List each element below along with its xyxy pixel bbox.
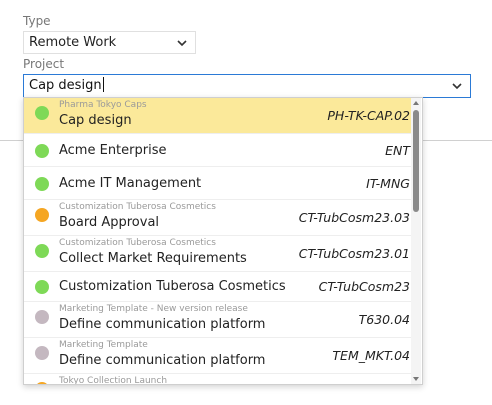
option-code: TEM_MKT.04 xyxy=(332,348,410,363)
project-option[interactable]: Customization Tuberosa Cosmetics Board Ap… xyxy=(24,200,412,236)
option-code: IT-MNG xyxy=(366,176,410,191)
option-code: CT-TubCosm23.03 xyxy=(298,210,410,225)
option-parent: Customization Tuberosa Cosmetics xyxy=(59,238,216,248)
project-option[interactable]: Marketing Template Define communication p… xyxy=(24,338,412,374)
option-name: Acme Enterprise xyxy=(59,143,167,158)
status-dot-icon xyxy=(35,346,49,360)
option-code: PH-TK-CAP.02 xyxy=(327,108,410,123)
text-caret xyxy=(102,77,104,92)
status-dot-icon xyxy=(35,280,49,294)
option-code: ENT xyxy=(385,143,410,158)
project-label: Project xyxy=(23,57,65,71)
option-name: Define communication platform xyxy=(59,353,266,368)
project-option[interactable]: Tokyo Collection LaunchDefine communicat… xyxy=(24,374,412,385)
status-dot-icon xyxy=(35,177,49,191)
project-option[interactable]: Acme Enterprise ENT xyxy=(24,134,412,167)
option-code: CT-TubCosm23 xyxy=(318,279,410,294)
status-dot-icon xyxy=(35,382,49,384)
status-dot-icon xyxy=(35,244,49,258)
project-dropdown-list: Pharma Tokyo Caps Cap design PH-TK-CAP.02 A… xyxy=(23,97,423,385)
project-option[interactable]: Pharma Tokyo Caps Cap design PH-TK-CAP.02 xyxy=(24,98,412,134)
option-name: Define communication platform xyxy=(59,317,266,332)
option-parent: Pharma Tokyo Caps xyxy=(59,100,147,110)
chevron-down-icon[interactable] xyxy=(450,79,464,93)
option-name: Cap design xyxy=(59,113,132,128)
option-code: T630.04 xyxy=(358,312,410,327)
option-name: Customization Tuberosa Cosmetics xyxy=(59,279,286,294)
chevron-down-icon xyxy=(177,40,187,47)
option-name: Acme IT Management xyxy=(59,176,202,191)
status-dot-icon xyxy=(35,144,49,158)
option-name: Collect Market Requirements xyxy=(59,251,247,266)
type-select-value: Remote Work xyxy=(29,35,117,50)
option-parent: Tokyo Collection Launch xyxy=(59,376,168,385)
type-label: Type xyxy=(23,14,51,28)
project-input-value: Cap design xyxy=(29,78,102,93)
status-dot-icon xyxy=(35,310,49,324)
option-parent: Marketing Template - New version release xyxy=(59,304,248,314)
scrollbar-thumb[interactable] xyxy=(413,110,419,212)
option-name: Board Approval xyxy=(59,215,160,230)
status-dot-icon xyxy=(35,106,49,120)
scroll-up-icon[interactable] xyxy=(411,98,421,108)
scroll-down-icon[interactable] xyxy=(411,374,421,384)
project-option[interactable]: Marketing Template - New version release… xyxy=(24,302,412,338)
project-input[interactable]: Cap design xyxy=(23,74,471,98)
form-root: Type Remote Work Project Cap design Phar… xyxy=(0,0,492,405)
project-option[interactable]: Customization Tuberosa Cosmetics CT-TubCo… xyxy=(24,272,412,302)
option-code: TK-COM xyxy=(362,384,410,385)
option-parent: Customization Tuberosa Cosmetics xyxy=(59,202,216,212)
type-select[interactable]: Remote Work xyxy=(23,31,196,54)
scrollbar[interactable] xyxy=(411,98,421,384)
project-option[interactable]: Customization Tuberosa Cosmetics Collect … xyxy=(24,236,412,272)
project-options: Pharma Tokyo Caps Cap design PH-TK-CAP.02 A… xyxy=(24,98,412,385)
option-parent: Marketing Template xyxy=(59,340,148,350)
option-code: CT-TubCosm23.01 xyxy=(298,246,410,261)
project-option[interactable]: Acme IT Management IT-MNG xyxy=(24,167,412,200)
status-dot-icon xyxy=(35,208,49,222)
